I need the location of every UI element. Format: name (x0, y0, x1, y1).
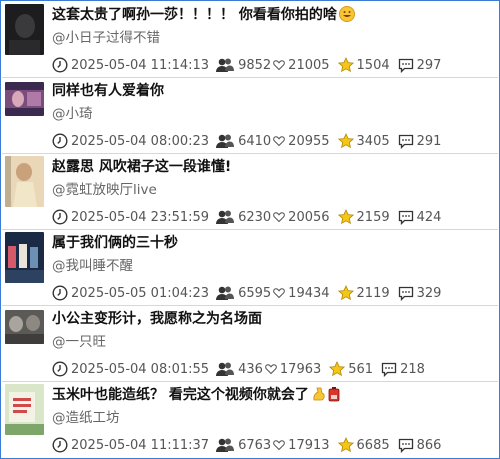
heart-icon (265, 364, 277, 375)
video-meta: 2025-05-05 01:04:23 6595 19434 2119 329 (52, 283, 441, 303)
comment-count: 297 (416, 57, 442, 73)
favorite-count: 3405 (356, 133, 390, 149)
video-list-item[interactable]: 同样也有人爱着你 @小琦 2025-05-04 08:00:23 6410 20… (2, 78, 498, 154)
video-author[interactable]: @小日子过得不错 (52, 28, 160, 48)
view-count: 6595 (238, 285, 272, 301)
star-icon (337, 209, 354, 225)
video-list-item[interactable]: 属于我们俩的三十秒 @我叫睡不醒 2025-05-05 01:04:23 659… (2, 230, 498, 306)
view-count: 6410 (238, 133, 272, 149)
heart-icon (273, 288, 285, 299)
publish-date: 2025-05-04 23:51:59 (71, 209, 210, 225)
favorite-count: 2159 (356, 209, 390, 225)
video-thumbnail[interactable] (5, 384, 44, 435)
video-thumbnail[interactable] (5, 82, 44, 116)
comment-icon (398, 286, 413, 301)
view-count: 6763 (238, 437, 272, 453)
heart-icon (273, 60, 285, 71)
viewers-icon (216, 438, 235, 452)
video-list-item[interactable]: 玉米叶也能造纸？ 看完这个视频你就会了 @造纸工坊 2025-05-04 11:… (2, 382, 498, 457)
video-title[interactable]: 小公主变形计，我愿称之为名场面 (52, 309, 262, 329)
viewers-icon (216, 58, 235, 72)
video-list-panel: 这套太贵了啊孙一莎！！！！ 你看看你拍的啥 @小日子过得不错 2025-05-0… (0, 0, 500, 459)
video-list-item[interactable]: 小公主变形计，我愿称之为名场面 @一只旺 2025-05-04 08:01:55… (2, 306, 498, 382)
clock-icon (52, 361, 68, 377)
video-title[interactable]: 同样也有人爱着你 (52, 81, 164, 101)
video-title[interactable]: 赵露思 风吹裙子这一段谁懂! (52, 157, 231, 177)
star-icon (337, 57, 354, 73)
like-count: 19434 (288, 285, 330, 301)
view-count: 436 (238, 361, 263, 377)
comment-icon (398, 438, 413, 453)
comment-icon (398, 134, 413, 149)
publish-date: 2025-05-04 08:00:23 (71, 133, 210, 149)
video-list-item[interactable]: 赵露思 风吹裙子这一段谁懂! @霓虹放映厅live 2025-05-04 23:… (2, 154, 498, 230)
like-count: 20955 (288, 133, 330, 149)
comment-count: 218 (400, 361, 425, 377)
video-thumbnail[interactable] (5, 310, 44, 344)
clock-icon (52, 437, 68, 453)
video-meta: 2025-05-04 11:11:37 6763 17913 6685 866 (52, 435, 441, 455)
comment-count: 424 (416, 209, 442, 225)
favorite-count: 6685 (356, 437, 390, 453)
comment-count: 866 (416, 437, 442, 453)
heart-icon (273, 136, 285, 147)
clock-icon (52, 285, 68, 301)
video-thumbnail[interactable] (5, 232, 44, 283)
like-count: 20056 (288, 209, 330, 225)
muscle-emoji (311, 386, 327, 408)
video-list-item[interactable]: 这套太贵了啊孙一莎！！！！ 你看看你拍的啥 @小日子过得不错 2025-05-0… (2, 2, 498, 78)
video-title[interactable]: 属于我们俩的三十秒 (52, 233, 178, 253)
publish-date: 2025-05-04 11:14:13 (71, 57, 210, 73)
video-meta: 2025-05-04 11:14:13 9852 21005 1504 297 (52, 55, 441, 75)
like-count: 17913 (288, 437, 330, 453)
viewers-icon (216, 210, 235, 224)
viewers-icon (216, 362, 235, 376)
comment-icon (398, 210, 413, 225)
star-icon (337, 437, 354, 453)
video-author[interactable]: @霓虹放映厅live (52, 180, 157, 200)
video-author[interactable]: @一只旺 (52, 332, 106, 352)
video-list: 这套太贵了啊孙一莎！！！！ 你看看你拍的啥 @小日子过得不错 2025-05-0… (2, 2, 498, 457)
clock-icon (52, 209, 68, 225)
publish-date: 2025-05-04 08:01:55 (71, 361, 210, 377)
comment-icon (398, 58, 413, 73)
star-icon (329, 361, 346, 377)
battery-emoji (328, 386, 340, 408)
video-author[interactable]: @小琦 (52, 104, 93, 124)
video-title[interactable]: 玉米叶也能造纸？ 看完这个视频你就会了 (52, 385, 340, 408)
star-icon (337, 285, 354, 301)
video-meta: 2025-05-04 23:51:59 6230 20056 2159 424 (52, 207, 441, 227)
publish-date: 2025-05-04 11:11:37 (71, 437, 210, 453)
clock-icon (52, 57, 68, 73)
video-author[interactable]: @造纸工坊 (52, 408, 120, 428)
view-count: 6230 (238, 209, 272, 225)
heart-icon (273, 440, 285, 451)
view-count: 9852 (238, 57, 272, 73)
video-meta: 2025-05-04 08:01:55 436 17963 561 218 (52, 359, 425, 379)
heart-icon (273, 212, 285, 223)
comment-count: 291 (416, 133, 442, 149)
video-thumbnail[interactable] (5, 156, 44, 207)
video-thumbnail[interactable] (5, 4, 44, 55)
viewers-icon (216, 134, 235, 148)
favorite-count: 1504 (356, 57, 390, 73)
video-title[interactable]: 这套太贵了啊孙一莎！！！！ 你看看你拍的啥 (52, 5, 355, 28)
comment-count: 329 (416, 285, 442, 301)
like-count: 21005 (288, 57, 330, 73)
comment-icon (381, 362, 397, 377)
video-meta: 2025-05-04 08:00:23 6410 20955 3405 291 (52, 131, 441, 151)
favorite-count: 2119 (356, 285, 390, 301)
favorite-count: 561 (348, 361, 374, 377)
publish-date: 2025-05-05 01:04:23 (71, 285, 210, 301)
like-count: 17963 (279, 361, 322, 377)
star-icon (337, 133, 354, 149)
viewers-icon (216, 286, 235, 300)
grin-emoji (338, 6, 355, 28)
video-author[interactable]: @我叫睡不醒 (52, 256, 133, 276)
clock-icon (52, 133, 68, 149)
